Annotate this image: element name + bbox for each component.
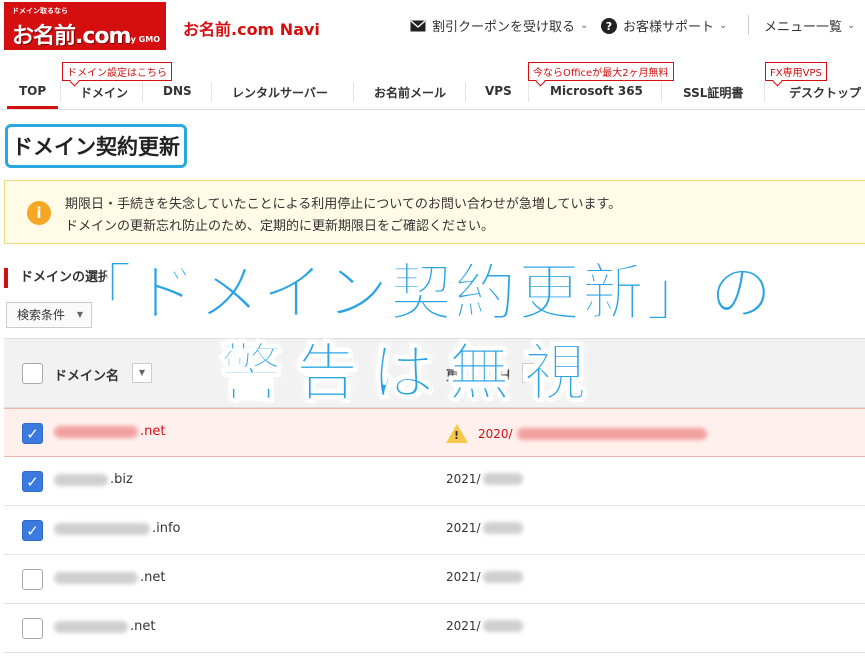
expiry-date-text: 2021/ bbox=[446, 521, 481, 535]
domain-name[interactable]: .net bbox=[54, 570, 165, 585]
row-checkbox[interactable]: ✓ bbox=[22, 520, 43, 541]
alert-banner: i 期限日・手続きを失念していたことによる利用停止についてのお問い合わせが急増し… bbox=[4, 180, 865, 244]
nav-divider bbox=[661, 82, 662, 102]
redacted-domain bbox=[54, 522, 150, 535]
table-row[interactable]: ✓ .info 2021/ bbox=[4, 506, 865, 555]
redacted-domain bbox=[54, 571, 138, 584]
redacted-date bbox=[482, 571, 523, 583]
nav-divider bbox=[142, 82, 143, 102]
domain-name[interactable]: .info bbox=[54, 521, 181, 536]
domain-tld: .info bbox=[152, 521, 181, 536]
domain-tld: .net bbox=[130, 619, 156, 634]
expiry-date: 2021/ bbox=[446, 521, 523, 535]
table-row[interactable]: ✓ .biz 2021/ bbox=[4, 457, 865, 506]
chevron-down-icon: ⌄ bbox=[847, 20, 856, 31]
envelope-icon bbox=[410, 20, 426, 31]
checkmark-icon: ✓ bbox=[26, 522, 39, 540]
logo-brand: お名前.com bbox=[12, 24, 131, 49]
logo-tagline: ドメイン取るなら bbox=[12, 7, 68, 15]
app-title[interactable]: お名前.com Navi bbox=[183, 16, 320, 40]
row-checkbox[interactable] bbox=[22, 569, 43, 590]
expiry-date: 2021/ bbox=[446, 570, 523, 584]
redacted-date bbox=[516, 427, 707, 440]
row-checkbox[interactable]: ✓ bbox=[22, 471, 43, 492]
svg-text:?: ? bbox=[606, 20, 612, 33]
top-header: ドメイン取るなら お名前.com by GMO お名前.com Navi 割引ク… bbox=[0, 0, 865, 54]
search-conditions-label: 検索条件 bbox=[17, 308, 66, 322]
nav-badge-fx-vps[interactable]: FX専用VPS bbox=[765, 62, 827, 81]
redacted-domain bbox=[54, 620, 128, 633]
tab-microsoft-365[interactable]: Microsoft 365 bbox=[550, 84, 643, 98]
coupon-link[interactable]: 割引クーポンを受け取る ⌄ bbox=[410, 16, 588, 35]
redacted-date bbox=[482, 620, 523, 632]
menu-link[interactable]: メニュー一覧 ⌄ bbox=[764, 16, 855, 35]
tab-dns[interactable]: DNS bbox=[163, 84, 192, 98]
coupon-label: 割引クーポンを受け取る bbox=[432, 20, 576, 35]
expiry-date: ! 2020/ bbox=[446, 424, 707, 443]
redacted-domain bbox=[54, 425, 138, 438]
menu-label: メニュー一覧 bbox=[764, 20, 843, 35]
tab-mail[interactable]: お名前メール bbox=[374, 84, 446, 101]
domain-name[interactable]: .net bbox=[54, 619, 155, 634]
nav-divider bbox=[764, 82, 765, 102]
alert-line-2: ドメインの更新忘れ防止のため、定期的に更新期限日をご確認ください。 bbox=[65, 219, 495, 234]
nav-badge-domain[interactable]: ドメイン設定はこちら bbox=[62, 62, 172, 81]
domain-tld: .net bbox=[140, 424, 166, 439]
nav-divider bbox=[528, 82, 529, 102]
main-nav: ドメイン設定はこちら 今ならOfficeが最大2ヶ月無料 FX専用VPS TOP… bbox=[0, 62, 865, 110]
info-icon: i bbox=[27, 201, 51, 225]
nav-divider bbox=[465, 82, 466, 102]
domain-name[interactable]: .net bbox=[54, 424, 165, 439]
alert-line-1: 期限日・手続きを失念していたことによる利用停止についてのお問い合わせが急増してい… bbox=[65, 197, 622, 212]
question-circle-icon: ? bbox=[601, 17, 617, 34]
chevron-down-icon: ⌄ bbox=[719, 20, 728, 31]
tab-vps[interactable]: VPS bbox=[485, 84, 512, 98]
warning-icon: ! bbox=[446, 424, 468, 443]
checkmark-icon: ✓ bbox=[26, 473, 39, 491]
tab-ssl[interactable]: SSL証明書 bbox=[683, 84, 743, 101]
header-divider bbox=[748, 15, 749, 35]
nav-divider bbox=[353, 82, 354, 102]
checkmark-icon: ✓ bbox=[26, 425, 39, 443]
domain-tld: .net bbox=[140, 570, 166, 585]
table-row[interactable]: .net 2021/ bbox=[4, 604, 865, 653]
onamae-logo[interactable]: ドメイン取るなら お名前.com by GMO bbox=[4, 2, 166, 50]
overlay-caption-line-2: 警告は無視 bbox=[219, 336, 600, 410]
tab-domain[interactable]: ドメイン bbox=[80, 84, 128, 101]
page-title: ドメイン契約更新 bbox=[5, 124, 187, 168]
domain-name[interactable]: .biz bbox=[54, 472, 133, 487]
support-link[interactable]: ? お客様サポート ⌄ bbox=[601, 16, 727, 35]
row-checkbox[interactable]: ✓ bbox=[22, 423, 43, 444]
redacted-domain bbox=[54, 473, 108, 486]
expiry-date-text: 2020/ bbox=[478, 426, 513, 441]
support-label: お客様サポート bbox=[623, 20, 715, 35]
table-row[interactable]: ✓ .net ! 2020/ bbox=[4, 408, 865, 457]
table-row[interactable]: .net 2021/ bbox=[4, 555, 865, 604]
expiry-date-text: 2021/ bbox=[446, 472, 481, 486]
redacted-date bbox=[482, 473, 523, 485]
nav-divider bbox=[60, 82, 61, 102]
redacted-date bbox=[482, 522, 523, 534]
overlay-caption-line-1: 「ドメイン契約更新」の bbox=[70, 256, 775, 330]
expiry-date: 2021/ bbox=[446, 619, 523, 633]
expiry-date-text: 2021/ bbox=[446, 619, 481, 633]
domain-tld: .biz bbox=[110, 472, 133, 487]
tab-desktop[interactable]: デスクトップ bbox=[789, 84, 861, 101]
expiry-date: 2021/ bbox=[446, 472, 523, 486]
tab-rental-server[interactable]: レンタルサーバー bbox=[232, 84, 328, 101]
select-all-checkbox[interactable] bbox=[22, 363, 43, 384]
logo-gmo: by GMO bbox=[124, 35, 160, 44]
chevron-down-icon: ⌄ bbox=[580, 20, 589, 31]
nav-badge-office[interactable]: 今ならOfficeが最大2ヶ月無料 bbox=[528, 62, 674, 81]
nav-divider bbox=[211, 82, 212, 102]
row-checkbox[interactable] bbox=[22, 618, 43, 639]
tab-top[interactable]: TOP bbox=[6, 84, 59, 109]
expiry-date-text: 2021/ bbox=[446, 570, 481, 584]
